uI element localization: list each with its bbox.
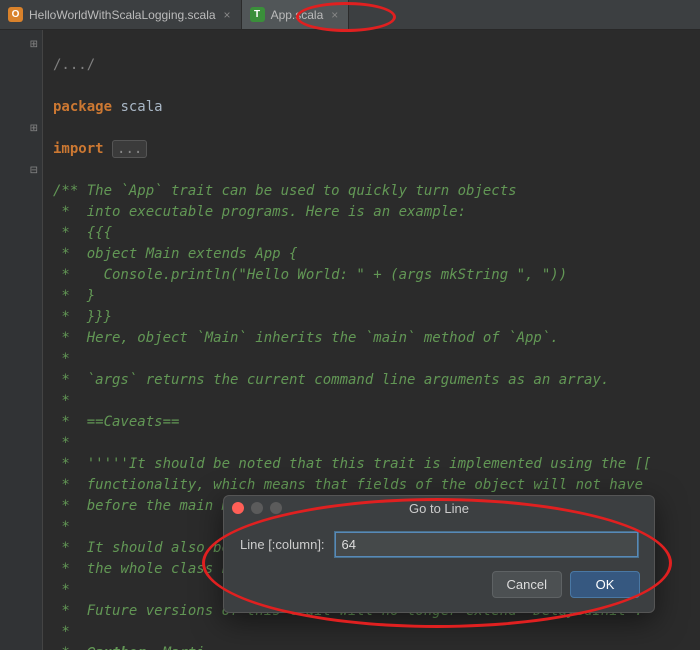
doc-author-tag: @author bbox=[87, 645, 146, 650]
go-to-line-dialog: Go to Line Line [:column]: Cancel OK bbox=[223, 495, 655, 613]
doc-line: * bbox=[53, 435, 70, 451]
doc-line: * functionality, which means that fields… bbox=[53, 477, 643, 493]
doc-line: * bbox=[53, 393, 70, 409]
close-icon[interactable]: × bbox=[222, 8, 233, 22]
doc-line: * bbox=[53, 645, 87, 650]
doc-line: * } bbox=[53, 288, 95, 304]
doc-line: * bbox=[53, 582, 70, 598]
doc-line: * `args` returns the current command lin… bbox=[53, 372, 609, 388]
doc-line: * into executable programs. Here is an e… bbox=[53, 204, 466, 220]
folded-imports[interactable]: ... bbox=[112, 140, 147, 158]
tab-label: HelloWorldWithScalaLogging.scala bbox=[29, 8, 216, 22]
dialog-title: Go to Line bbox=[224, 501, 654, 516]
keyword-package: package bbox=[53, 99, 112, 115]
tab-app-scala[interactable]: T App.scala × bbox=[242, 0, 350, 29]
cancel-button[interactable]: Cancel bbox=[492, 571, 562, 598]
doc-line: * bbox=[53, 624, 70, 640]
doc-line: * {{{ bbox=[53, 225, 112, 241]
doc-line: * bbox=[53, 351, 70, 367]
doc-line: /** The `App` trait can be used to quick… bbox=[53, 183, 517, 199]
keyword-import: import bbox=[53, 141, 104, 157]
fold-toggle-icon[interactable]: ⊞ bbox=[0, 118, 42, 139]
gutter: ⊞ ⊞ ⊟ bbox=[0, 30, 43, 650]
tab-bar: O HelloWorldWithScalaLogging.scala × T A… bbox=[0, 0, 700, 30]
close-icon[interactable]: × bbox=[329, 8, 340, 22]
doc-line: * }}} bbox=[53, 309, 112, 325]
package-name: scala bbox=[112, 99, 163, 115]
line-column-label: Line [:column]: bbox=[240, 537, 325, 552]
folded-region[interactable]: /.../ bbox=[53, 57, 95, 73]
doc-line: * Console.println("Hello World: " + (arg… bbox=[53, 267, 567, 283]
doc-author-value: Marti bbox=[146, 645, 205, 650]
trait-file-icon: T bbox=[250, 7, 265, 22]
fold-toggle-icon[interactable]: ⊞ bbox=[0, 34, 42, 55]
tab-label: App.scala bbox=[271, 8, 324, 22]
line-number-input[interactable] bbox=[335, 532, 638, 557]
doc-line: * Here, object `Main` inherits the `main… bbox=[53, 330, 559, 346]
tab-hello-world[interactable]: O HelloWorldWithScalaLogging.scala × bbox=[0, 0, 242, 29]
doc-line: * '''''It should be noted that this trai… bbox=[53, 456, 651, 472]
object-file-icon: O bbox=[8, 7, 23, 22]
fold-toggle-icon[interactable]: ⊟ bbox=[0, 160, 42, 181]
dialog-titlebar[interactable]: Go to Line bbox=[224, 496, 654, 520]
doc-line: * object Main extends App { bbox=[53, 246, 297, 262]
doc-line: * ==Caveats== bbox=[53, 414, 179, 430]
doc-line: * bbox=[53, 519, 70, 535]
ok-button[interactable]: OK bbox=[570, 571, 640, 598]
